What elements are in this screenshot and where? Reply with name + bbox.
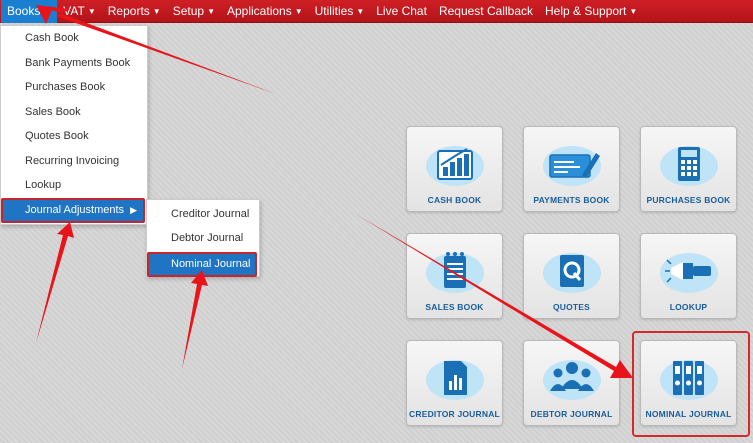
caret-down-icon: ▼ (152, 6, 161, 16)
nav-utilities-label: Utilities (314, 3, 354, 18)
menu-item-lookup[interactable]: Lookup (1, 173, 147, 198)
tile-payments-book[interactable]: PAYMENTS BOOK (523, 126, 620, 212)
nav-request-callback-label: Request Callback (438, 3, 533, 18)
chart-growth-icon (426, 146, 484, 186)
nav-utilities[interactable]: Utilities ▼ (309, 0, 371, 23)
tile-purchases-book[interactable]: PURCHASES BOOK (640, 126, 737, 212)
caret-down-icon: ▼ (629, 6, 638, 16)
nav-setup[interactable]: Setup ▼ (167, 0, 221, 23)
tile-cash-book-label: CASH BOOK (427, 195, 482, 205)
arrow-to-nominal-journal-menu (182, 270, 208, 369)
tile-quotes[interactable]: QUOTES (523, 233, 620, 319)
tile-lookup[interactable]: LOOKUP (640, 233, 737, 319)
tile-debtor-journal[interactable]: DEBTOR JOURNAL (523, 340, 620, 426)
nav-applications[interactable]: Applications ▼ (221, 0, 309, 23)
nav-setup-label: Setup (172, 3, 205, 18)
caret-down-icon: ▼ (87, 6, 96, 16)
tile-lookup-label: LOOKUP (669, 302, 708, 312)
nav-books[interactable]: Books ▼ (1, 0, 58, 23)
people-group-icon (543, 360, 601, 400)
quote-document-icon (543, 253, 601, 293)
caret-down-icon: ▼ (43, 6, 52, 16)
notepad-icon (426, 252, 484, 293)
nav-vat-label: VAT (63, 3, 85, 18)
tile-purchases-book-label: PURCHASES BOOK (646, 195, 731, 205)
nav-live-chat-label: Live Chat (376, 3, 427, 18)
tile-debtor-journal-label: DEBTOR JOURNAL (530, 409, 613, 419)
nav-reports-label: Reports (107, 3, 150, 18)
tile-sales-book-label: SALES BOOK (425, 302, 484, 312)
nav-help-support[interactable]: Help & Support ▼ (539, 0, 643, 23)
tile-payments-book-label: PAYMENTS BOOK (533, 195, 610, 205)
nav-reports[interactable]: Reports ▼ (102, 0, 167, 23)
top-navbar: Books ▼ VAT ▼ Reports ▼ Setup ▼ Applications… (0, 0, 753, 23)
menu-item-sales-book[interactable]: Sales Book (1, 100, 147, 125)
books-dropdown-menu: Cash Book Bank Payments Book Purchases B… (0, 25, 148, 225)
submenu-item-debtor-journal[interactable]: Debtor Journal (147, 226, 259, 250)
nominal-journal-highlight-box (632, 331, 750, 437)
caret-down-icon: ▼ (356, 6, 365, 16)
arrow-to-journal-adjustments (36, 222, 74, 343)
menu-item-journal-adjustments[interactable]: Journal Adjustments ▶ (1, 197, 145, 223)
nav-applications-label: Applications (227, 3, 292, 18)
bar-document-icon (426, 360, 484, 400)
tile-creditor-journal-label: CREDITOR JOURNAL (409, 409, 500, 419)
caret-down-icon: ▼ (294, 6, 303, 16)
tile-creditor-journal[interactable]: CREDITOR JOURNAL (406, 340, 503, 426)
submenu-item-creditor-journal[interactable]: Creditor Journal (147, 202, 259, 226)
nav-request-callback[interactable]: Request Callback (433, 0, 539, 23)
journal-adjustments-submenu: Creditor Journal Debtor Journal Nominal … (146, 199, 260, 277)
submenu-item-nominal-journal[interactable]: Nominal Journal (147, 252, 257, 277)
tile-quotes-label: QUOTES (552, 302, 591, 312)
nav-books-label: Books (7, 3, 41, 18)
menu-item-journal-adjustments-label: Journal Adjustments (25, 203, 125, 216)
menu-item-purchases-book[interactable]: Purchases Book (1, 75, 147, 100)
nav-live-chat[interactable]: Live Chat (370, 0, 433, 23)
menu-item-cash-book[interactable]: Cash Book (1, 26, 147, 51)
flashlight-icon (660, 253, 718, 293)
tile-sales-book[interactable]: SALES BOOK (406, 233, 503, 319)
menu-item-bank-payments-book[interactable]: Bank Payments Book (1, 51, 147, 76)
caret-down-icon: ▼ (207, 6, 215, 16)
nav-help-support-label: Help & Support (545, 3, 627, 18)
menu-item-quotes-book[interactable]: Quotes Book (1, 124, 147, 149)
menu-item-recurring-invoicing[interactable]: Recurring Invoicing (1, 149, 147, 174)
nav-vat[interactable]: VAT ▼ (57, 0, 101, 23)
cheque-pen-icon (543, 146, 601, 186)
calculator-icon (660, 146, 718, 186)
tile-cash-book[interactable]: CASH BOOK (406, 126, 503, 212)
chevron-right-icon: ▶ (130, 204, 137, 215)
